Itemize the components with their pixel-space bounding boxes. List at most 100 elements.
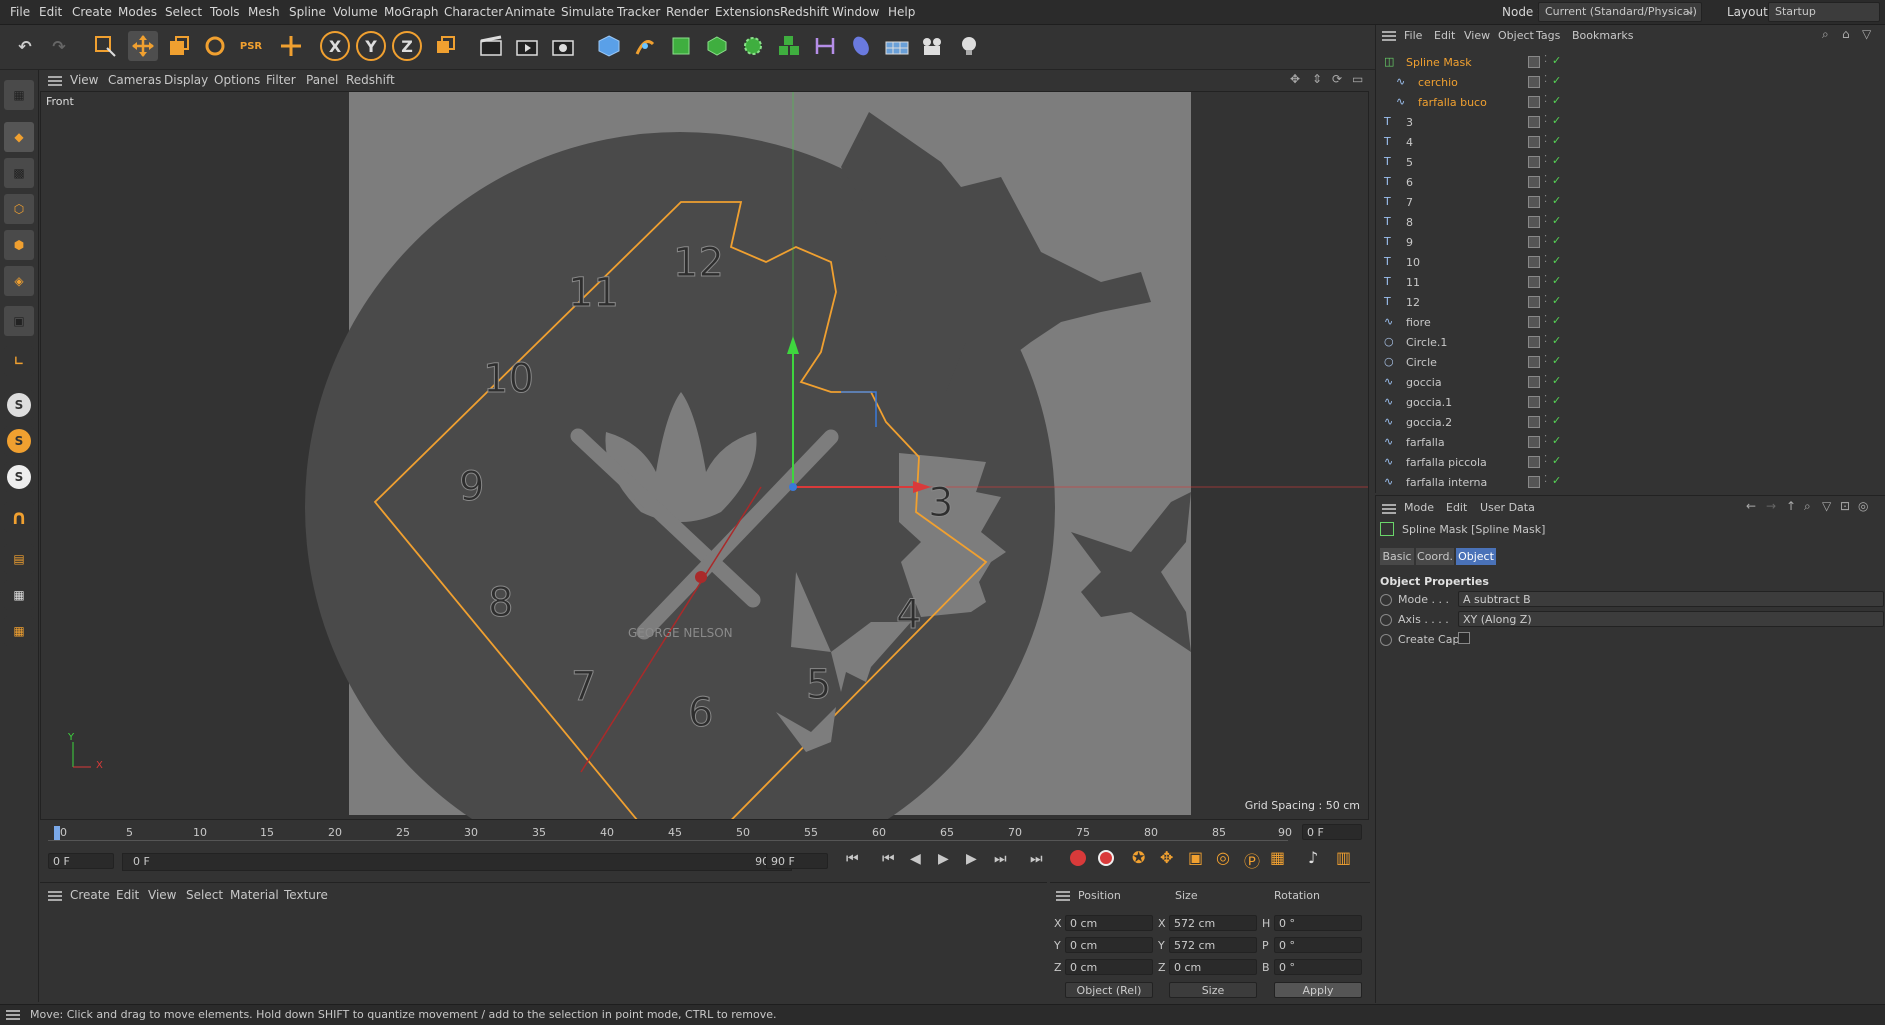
enabled-check-icon[interactable]: ✓ xyxy=(1552,74,1561,87)
layer-visibility-icon[interactable] xyxy=(1528,456,1540,468)
visibility-dots-icon[interactable]: ⁚ xyxy=(1544,314,1547,325)
menu-select[interactable]: Select xyxy=(165,5,202,19)
attr-search-icon[interactable]: ⌕ xyxy=(1804,499,1811,514)
locked-workplane-button[interactable]: ▦ xyxy=(4,580,34,610)
layer-visibility-icon[interactable] xyxy=(1528,376,1540,388)
start-frame-field[interactable]: 0 F xyxy=(48,853,114,869)
range-slider[interactable]: 0 F 90 F xyxy=(122,853,792,871)
layer-visibility-icon[interactable] xyxy=(1528,196,1540,208)
pos-x-field[interactable]: 0 cm xyxy=(1065,915,1153,931)
om-menu-bookmarks[interactable]: Bookmarks xyxy=(1572,29,1633,42)
object-row[interactable]: ○ Circle ⁚ ✓ xyxy=(1376,353,1885,373)
enabled-check-icon[interactable]: ✓ xyxy=(1552,174,1561,187)
mode-anim-dot[interactable] xyxy=(1380,594,1392,606)
status-hamburger-icon[interactable] xyxy=(6,1010,20,1020)
attr-filter-icon[interactable]: ▽ xyxy=(1822,499,1831,513)
layer-visibility-icon[interactable] xyxy=(1528,296,1540,308)
home-icon[interactable]: ⌂ xyxy=(1842,27,1850,41)
object-row[interactable]: T 11 ⁚ ✓ xyxy=(1376,273,1885,293)
viewport-menu-panel[interactable]: Panel xyxy=(306,73,338,87)
psr-tool-button[interactable]: PSR xyxy=(236,31,266,61)
axis-select[interactable]: XY (Along Z) xyxy=(1458,611,1884,627)
visibility-dots-icon[interactable]: ⁚ xyxy=(1544,474,1547,485)
pen-spline-button[interactable] xyxy=(630,31,660,61)
object-row[interactable]: ∿ farfalla buco ⁚ ✓ xyxy=(1376,93,1885,113)
enabled-check-icon[interactable]: ✓ xyxy=(1552,334,1561,347)
apply-button[interactable]: Apply xyxy=(1274,982,1362,998)
camera-button[interactable] xyxy=(918,31,948,61)
object-row[interactable]: ∿ goccia.2 ⁚ ✓ xyxy=(1376,413,1885,433)
deformer-button[interactable] xyxy=(810,31,840,61)
attr-menu-mode[interactable]: Mode xyxy=(1404,501,1434,514)
node-space-select[interactable]: Current (Standard/Physical) ⌄ xyxy=(1538,2,1702,22)
layer-visibility-icon[interactable] xyxy=(1528,76,1540,88)
menu-help[interactable]: Help xyxy=(888,5,915,19)
scale-tool-button[interactable] xyxy=(164,31,194,61)
front-viewport[interactable]: Front 12 11 10 9 8 7 6 5 4 3 GEORGE NELS… xyxy=(40,91,1369,820)
visibility-dots-icon[interactable]: ⁚ xyxy=(1544,334,1547,345)
undo-button[interactable]: ↶ xyxy=(10,31,40,61)
layer-visibility-icon[interactable] xyxy=(1528,136,1540,148)
menu-create[interactable]: Create xyxy=(72,5,112,19)
enabled-check-icon[interactable]: ✓ xyxy=(1552,274,1561,287)
object-row[interactable]: T 12 ⁚ ✓ xyxy=(1376,293,1885,313)
layer-visibility-icon[interactable] xyxy=(1528,56,1540,68)
visibility-dots-icon[interactable]: ⁚ xyxy=(1544,154,1547,165)
texture-mode-button[interactable]: ▩ xyxy=(4,158,34,188)
extrude-button[interactable] xyxy=(702,31,732,61)
object-row[interactable]: T 7 ⁚ ✓ xyxy=(1376,193,1885,213)
material-menu-material[interactable]: Material xyxy=(230,888,279,902)
next-key-icon[interactable]: ⏭ xyxy=(994,851,1007,867)
viewport-menu-view[interactable]: View xyxy=(70,73,98,87)
visibility-dots-icon[interactable]: ⁚ xyxy=(1544,234,1547,245)
layer-visibility-icon[interactable] xyxy=(1528,276,1540,288)
forward-arrow-icon[interactable]: → xyxy=(1766,499,1776,513)
viewport-menu-display[interactable]: Display xyxy=(164,73,208,87)
planar-workplane-button[interactable]: ▦ xyxy=(4,616,34,646)
layer-visibility-icon[interactable] xyxy=(1528,356,1540,368)
visibility-dots-icon[interactable]: ⁚ xyxy=(1544,114,1547,125)
layer-visibility-icon[interactable] xyxy=(1528,236,1540,248)
menu-file[interactable]: File xyxy=(10,5,30,19)
object-hamburger-icon[interactable] xyxy=(1382,31,1396,41)
rotate-tool-button[interactable] xyxy=(200,31,230,61)
visibility-dots-icon[interactable]: ⁚ xyxy=(1544,274,1547,285)
mograph-button[interactable] xyxy=(774,31,804,61)
enabled-check-icon[interactable]: ✓ xyxy=(1552,414,1561,427)
snap-workplane-button[interactable]: S xyxy=(4,462,34,492)
layer-visibility-icon[interactable] xyxy=(1528,416,1540,428)
menu-mograph[interactable]: MoGraph xyxy=(384,5,439,19)
next-frame-icon[interactable]: ▶ xyxy=(966,851,977,867)
dolly-view-icon[interactable]: ⇕ xyxy=(1312,72,1322,86)
menu-modes[interactable]: Modes xyxy=(118,5,157,19)
keyframe-selection-icon[interactable]: ✪ xyxy=(1132,848,1145,867)
key-parameter-icon[interactable]: Ⓟ xyxy=(1244,848,1260,872)
layer-visibility-icon[interactable] xyxy=(1528,116,1540,128)
uv-mode-button[interactable]: ▣ xyxy=(4,306,34,336)
visibility-dots-icon[interactable]: ⁚ xyxy=(1544,294,1547,305)
attr-menu-edit[interactable]: Edit xyxy=(1446,501,1467,514)
axis-x-toggle[interactable]: X xyxy=(320,31,350,61)
attr-hamburger-icon[interactable] xyxy=(1382,504,1396,514)
menu-animate[interactable]: Animate xyxy=(505,5,555,19)
record-icon[interactable] xyxy=(1070,850,1086,866)
target-icon[interactable]: ◎ xyxy=(1858,499,1868,513)
layout-select[interactable]: Startup xyxy=(1768,2,1880,22)
coord-mode-select[interactable]: Object (Rel) xyxy=(1065,982,1153,998)
coord-size-select[interactable]: Size xyxy=(1169,982,1257,998)
polygon-mode-button[interactable]: ◈ xyxy=(4,266,34,296)
axis-z-toggle[interactable]: Z xyxy=(392,31,422,61)
previous-frame-icon[interactable]: ◀ xyxy=(910,851,921,867)
model-mode-button[interactable]: ◆ xyxy=(4,122,34,152)
om-menu-view[interactable]: View xyxy=(1464,29,1490,42)
object-row[interactable]: ∿ cerchio ⁚ ✓ xyxy=(1376,73,1885,93)
menu-tools[interactable]: Tools xyxy=(210,5,240,19)
autokey-icon[interactable] xyxy=(1098,850,1114,866)
rot-p-field[interactable]: 0 ° xyxy=(1274,937,1362,953)
attr-menu-userdata[interactable]: User Data xyxy=(1480,501,1535,514)
coord-hamburger-icon[interactable] xyxy=(1056,891,1070,901)
visibility-dots-icon[interactable]: ⁚ xyxy=(1544,414,1547,425)
pos-z-field[interactable]: 0 cm xyxy=(1065,959,1153,975)
material-menu-select[interactable]: Select xyxy=(186,888,223,902)
enabled-check-icon[interactable]: ✓ xyxy=(1552,134,1561,147)
